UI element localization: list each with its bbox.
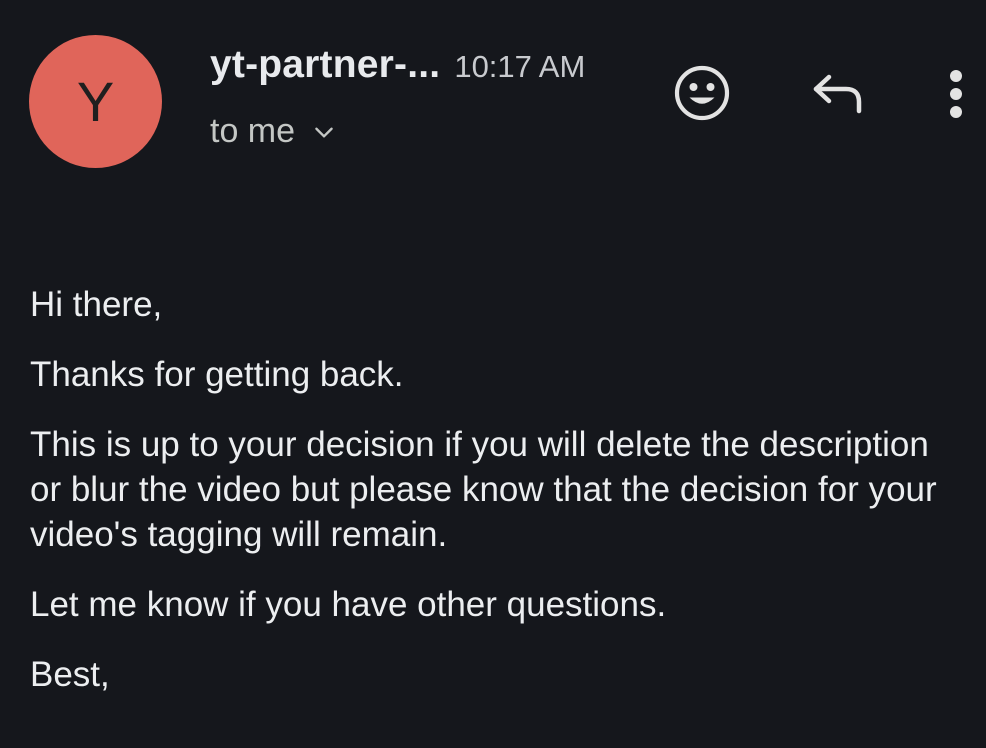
email-view: Y yt-partner-... 10:17 AM to me Hi there… <box>0 0 986 748</box>
sender-row: yt-partner-... 10:17 AM <box>210 43 585 87</box>
body-paragraph: Let me know if you have other questions. <box>30 585 667 624</box>
vertical-dots-icon <box>950 70 962 118</box>
smiley-face-icon <box>674 65 730 121</box>
avatar-letter: Y <box>76 69 115 133</box>
body-paragraph: This is up to your decision if you will … <box>30 425 937 554</box>
recipient-label: to me <box>210 112 296 150</box>
recipient-details-toggle[interactable]: to me <box>210 112 337 151</box>
reply-arrow-icon <box>813 74 862 114</box>
body-signoff: Best, <box>30 655 110 694</box>
sender-avatar[interactable]: Y <box>29 35 162 168</box>
reply-button[interactable] <box>808 66 868 120</box>
body-paragraph: Thanks for getting back. <box>30 355 404 394</box>
body-greeting: Hi there, <box>30 285 163 324</box>
sender-name[interactable]: yt-partner-... <box>210 43 440 87</box>
add-reaction-button[interactable] <box>670 61 734 125</box>
more-options-button[interactable] <box>936 64 976 124</box>
message-body: Hi there, Thanks for getting back. This … <box>30 282 960 722</box>
message-time: 10:17 AM <box>454 49 586 84</box>
chevron-down-icon <box>315 127 333 138</box>
